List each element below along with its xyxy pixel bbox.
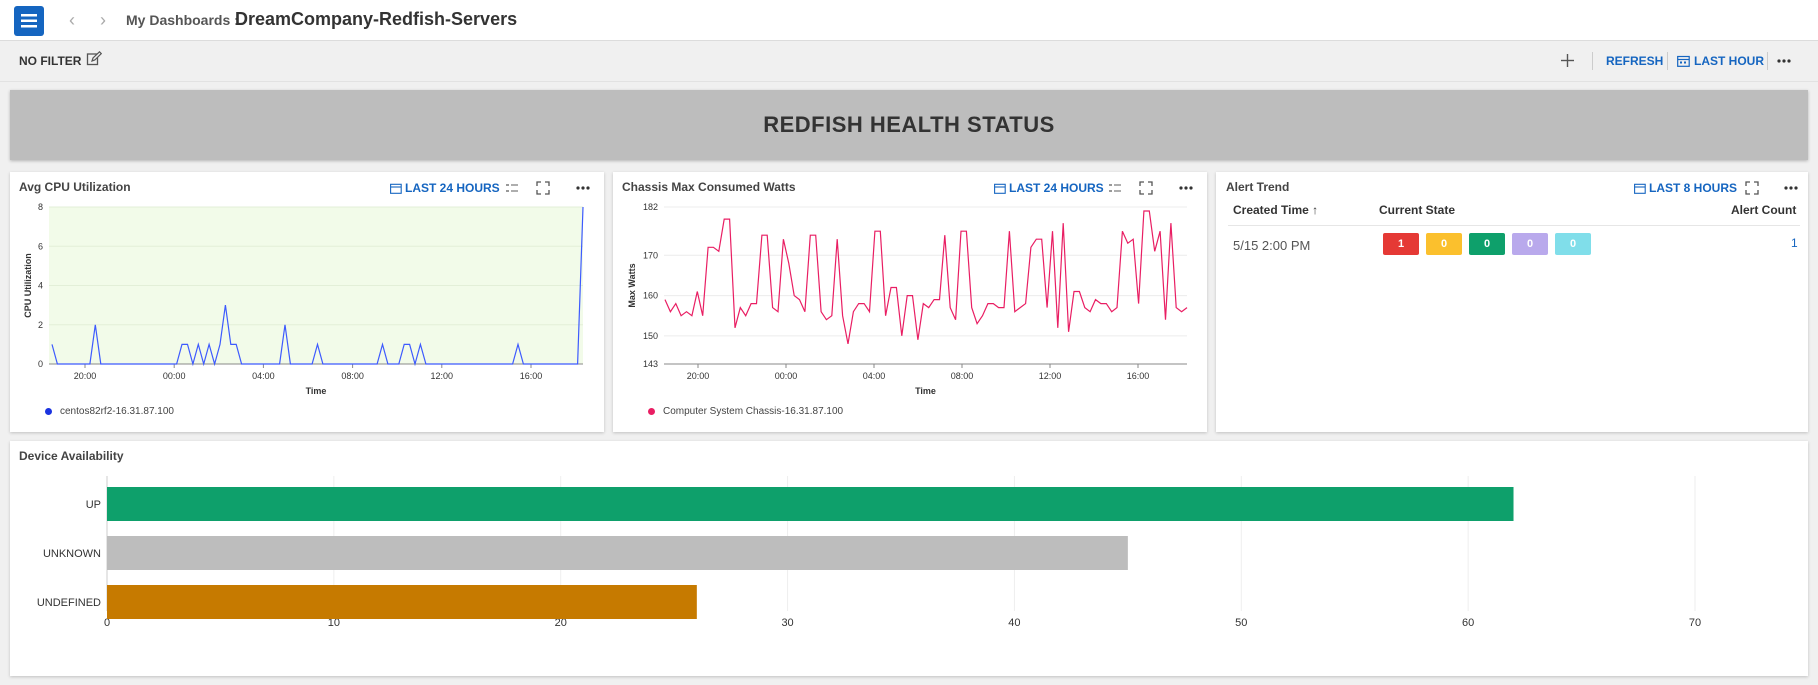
- device-availability-panel: Device Availability 0 10 20 30 40 50 60 70 UP UNK…: [10, 441, 1808, 676]
- y-tick-label: 4: [38, 281, 43, 291]
- alert-count-link[interactable]: 1: [1791, 236, 1798, 250]
- category-label: UNKNOWN: [43, 548, 101, 560]
- panel-title: Alert Trend: [1226, 180, 1290, 194]
- x-tick-label: 50: [1235, 617, 1247, 629]
- cpu-line-chart: 0 2 4 6 8 20:00 00:00 04:00 08:00 12:00 16:00 Time C…: [23, 202, 584, 396]
- chart-legend[interactable]: centos82rf2-16.31.87.100: [45, 406, 174, 417]
- filter-label[interactable]: NO FILTER: [19, 54, 81, 68]
- x-tick-label: 04:00: [252, 371, 275, 381]
- legend-marker: [648, 408, 655, 415]
- alert-created-time: 5/15 2:00 PM: [1233, 238, 1311, 253]
- y-tick-label: 182: [643, 202, 658, 212]
- state-badge-unknown[interactable]: 0: [1555, 233, 1591, 255]
- header-divider: [1228, 225, 1800, 226]
- divider: [1667, 52, 1668, 70]
- top-bar: ‹ › My Dashboards : DreamCompany-Redfish…: [0, 0, 1818, 41]
- series-line: [664, 210, 1188, 345]
- forward-arrow-icon[interactable]: ›: [100, 10, 106, 31]
- divider: [1767, 52, 1768, 70]
- category-label: UP: [86, 499, 101, 511]
- alert-trend-panel: Alert Trend LAST 8 HOURS Created Time ↑ …: [1216, 172, 1808, 432]
- availability-bar-chart: 0 10 20 30 40 50 60 70UPUNKNOWNUNDEFINED: [37, 476, 1701, 629]
- x-tick-label: 04:00: [863, 371, 886, 381]
- refresh-button[interactable]: REFRESH: [1606, 41, 1663, 81]
- column-header-label: Created Time: [1233, 203, 1309, 217]
- y-tick-label: 6: [38, 241, 43, 251]
- hamburger-menu-button[interactable]: [14, 6, 44, 36]
- watts-line-chart: 143 150 160 170 182 20:00 00:00 04:00 08:00 12:00…: [627, 202, 1188, 396]
- x-tick-label: 20:00: [74, 371, 97, 381]
- bar-unknown: [107, 536, 1128, 570]
- y-tick-label: 150: [643, 331, 658, 341]
- x-tick-label: 00:00: [163, 371, 186, 381]
- column-header-created-time[interactable]: Created Time ↑: [1233, 203, 1318, 217]
- x-tick-label: 12:00: [1039, 371, 1062, 381]
- calendar-icon: [1677, 55, 1690, 67]
- x-tick-label: 00:00: [775, 371, 798, 381]
- cpu-utilization-panel: Avg CPU Utilization LAST 24 HOURS 024682…: [10, 172, 604, 432]
- banner-title: REDFISH HEALTH STATUS: [763, 112, 1055, 137]
- y-axis-label: CPU Utilization: [23, 253, 33, 318]
- state-badge-warning[interactable]: 0: [1426, 233, 1462, 255]
- x-tick-label: 40: [1008, 617, 1020, 629]
- y-tick-label: 160: [643, 291, 658, 301]
- x-tick-label: 08:00: [341, 371, 364, 381]
- y-tick-label: 8: [38, 202, 43, 212]
- time-range-button[interactable]: LAST HOUR: [1677, 41, 1764, 81]
- y-axis-label: Max Watts: [627, 263, 637, 307]
- time-range-button[interactable]: LAST 8 HOURS: [1634, 181, 1737, 195]
- expand-icon[interactable]: [1745, 181, 1759, 195]
- chart-legend[interactable]: Computer System Chassis-16.31.87.100: [648, 406, 843, 417]
- state-badge-ok[interactable]: 0: [1469, 233, 1505, 255]
- x-tick-label: 08:00: [951, 371, 974, 381]
- column-header-alert-count[interactable]: Alert Count: [1731, 203, 1796, 217]
- state-badge-critical[interactable]: 1: [1383, 233, 1419, 255]
- bar-up: [107, 487, 1514, 521]
- x-axis-label: Time: [306, 386, 327, 396]
- time-range-label: LAST 8 HOURS: [1649, 181, 1738, 195]
- back-arrow-icon[interactable]: ‹: [69, 10, 75, 31]
- x-tick-label: 60: [1462, 617, 1474, 629]
- breadcrumb[interactable]: My Dashboards :: [126, 12, 239, 28]
- filter-bar: NO FILTER REFRESH LAST HOUR: [0, 41, 1818, 82]
- health-status-banner: REDFISH HEALTH STATUS: [10, 90, 1808, 160]
- y-tick-label: 143: [643, 359, 658, 369]
- x-axis-label: Time: [915, 386, 936, 396]
- x-tick-label: 70: [1689, 617, 1701, 629]
- state-badge-info[interactable]: 0: [1512, 233, 1548, 255]
- column-header-current-state[interactable]: Current State: [1379, 203, 1455, 217]
- more-options-icon[interactable]: [1776, 58, 1792, 64]
- refresh-label: REFRESH: [1606, 54, 1664, 68]
- hamburger-icon: [21, 14, 37, 28]
- sort-ascending-icon: ↑: [1312, 203, 1319, 217]
- bar-undefined: [107, 585, 697, 619]
- divider: [1592, 52, 1593, 70]
- more-options-icon[interactable]: [1783, 185, 1799, 191]
- x-tick-label: 16:00: [520, 371, 543, 381]
- category-label: UNDEFINED: [37, 597, 101, 609]
- add-icon[interactable]: [1560, 53, 1575, 68]
- legend-label: Computer System Chassis-16.31.87.100: [663, 406, 844, 417]
- x-tick-label: 16:00: [1127, 371, 1150, 381]
- x-tick-label: 20:00: [687, 371, 710, 381]
- legend-marker: [45, 408, 52, 415]
- x-tick-label: 30: [781, 617, 793, 629]
- y-tick-label: 2: [38, 320, 43, 330]
- time-range-label: LAST HOUR: [1694, 54, 1764, 68]
- y-tick-label: 170: [643, 250, 658, 260]
- x-tick-label: 12:00: [431, 371, 454, 381]
- legend-label: centos82rf2-16.31.87.100: [60, 406, 174, 417]
- chassis-watts-panel: Chassis Max Consumed Watts LAST 24 HOURS…: [613, 172, 1207, 432]
- calendar-icon: [1634, 183, 1646, 194]
- y-tick-label: 0: [38, 359, 43, 369]
- edit-icon[interactable]: [86, 51, 102, 67]
- dashboard-title: DreamCompany-Redfish-Servers: [235, 9, 518, 29]
